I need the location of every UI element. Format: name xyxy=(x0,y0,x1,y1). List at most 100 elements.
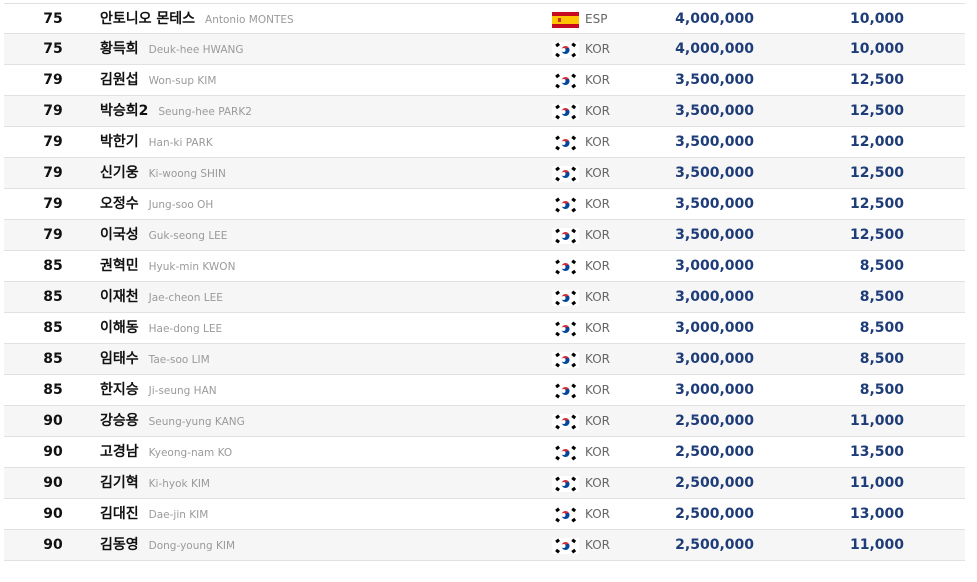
country-code: KOR xyxy=(585,135,610,149)
rank: 75 xyxy=(43,41,63,57)
player-name-korean[interactable]: 김원섭 xyxy=(100,72,139,88)
country-code: KOR xyxy=(585,445,610,459)
player-name[interactable]: 신기웅 Ki-woong SHIN xyxy=(100,158,226,190)
country-code: KOR xyxy=(585,507,610,521)
player-name-english: Kyeong-nam KO xyxy=(148,447,233,459)
player-name-korean[interactable]: 이국성 xyxy=(100,227,139,243)
korea-flag-icon xyxy=(552,135,579,151)
player-name-korean[interactable]: 박한기 xyxy=(100,134,139,150)
points: 8,500 xyxy=(859,351,904,367)
country-code: KOR xyxy=(585,42,610,56)
player-name[interactable]: 박한기 Han-ki PARK xyxy=(100,127,213,159)
player-name-korean[interactable]: 김기혁 xyxy=(100,475,139,491)
points: 11,000 xyxy=(849,537,904,553)
player-name-korean[interactable]: 이해동 xyxy=(100,320,139,336)
player-name-english: Jung-soo OH xyxy=(148,199,214,211)
prize-money: 3,500,000 xyxy=(675,134,754,150)
korea-flag-icon xyxy=(552,476,579,492)
player-name-english: Dae-jin KIM xyxy=(148,509,209,521)
player-name[interactable]: 강승용 Seung-yung KANG xyxy=(100,406,245,438)
player-name[interactable]: 한지승 Ji-seung HAN xyxy=(100,375,217,407)
player-name-korean[interactable]: 고경남 xyxy=(100,444,139,460)
player-name[interactable]: 김동영 Dong-young KIM xyxy=(100,530,235,562)
table-row: 85 한지승 Ji-seung HAN KOR 3,000,000 8,500 xyxy=(4,375,965,406)
points: 11,000 xyxy=(849,475,904,491)
rank: 85 xyxy=(43,320,63,336)
player-name-korean[interactable]: 오정수 xyxy=(100,196,139,212)
korea-flag-icon xyxy=(552,166,579,182)
player-name[interactable]: 이재천 Jae-cheon LEE xyxy=(100,282,223,314)
player-name-korean[interactable]: 이재천 xyxy=(100,289,139,305)
points: 8,500 xyxy=(859,289,904,305)
player-name[interactable]: 고경남 Kyeong-nam KO xyxy=(100,437,232,469)
country-code: KOR xyxy=(585,383,610,397)
player-name[interactable]: 박승희2 Seung-hee PARK2 xyxy=(100,96,252,128)
points: 8,500 xyxy=(859,320,904,336)
player-name[interactable]: 김원섭 Won-sup KIM xyxy=(100,65,216,97)
table-row: 90 강승용 Seung-yung KANG KOR 2,500,000 11,000 xyxy=(4,406,965,437)
player-name-korean[interactable]: 권혁민 xyxy=(100,258,139,274)
rank: 90 xyxy=(43,475,63,491)
player-name-english: Seung-yung KANG xyxy=(148,416,245,428)
rank: 79 xyxy=(43,196,63,212)
player-name-korean[interactable]: 황득희 xyxy=(100,41,139,57)
table-row: 85 이해동 Hae-dong LEE KOR 3,000,000 8,500 xyxy=(4,313,965,344)
country-code: KOR xyxy=(585,197,610,211)
table-row: 75 황득희 Deuk-hee HWANG KOR 4,000,000 10,000 xyxy=(4,34,965,65)
player-name-korean[interactable]: 박승희2 xyxy=(100,103,148,119)
ranking-table: 75 안토니오 몬테스 Antonio MONTES ESP 4,000,000 10,0… xyxy=(4,3,965,561)
korea-flag-icon xyxy=(552,321,579,337)
player-name[interactable]: 이해동 Hae-dong LEE xyxy=(100,313,222,345)
prize-money: 2,500,000 xyxy=(675,444,754,460)
player-name[interactable]: 오정수 Jung-soo OH xyxy=(100,189,213,221)
country-code: KOR xyxy=(585,414,610,428)
table-row: 85 임태수 Tae-soo LIM KOR 3,000,000 8,500 xyxy=(4,344,965,375)
player-name[interactable]: 김기혁 Ki-hyok KIM xyxy=(100,468,210,500)
player-name[interactable]: 김대진 Dae-jin KIM xyxy=(100,499,208,531)
player-name-korean[interactable]: 임태수 xyxy=(100,351,139,367)
table-row: 79 박한기 Han-ki PARK KOR 3,500,000 12,000 xyxy=(4,127,965,158)
player-name-english: Guk-seong LEE xyxy=(148,230,228,242)
prize-money: 3,500,000 xyxy=(675,165,754,181)
table-row: 85 이재천 Jae-cheon LEE KOR 3,000,000 8,500 xyxy=(4,282,965,313)
table-row: 79 김원섭 Won-sup KIM KOR 3,500,000 12,500 xyxy=(4,65,965,96)
country-code: KOR xyxy=(585,259,610,273)
table-row: 79 박승희2 Seung-hee PARK2 KOR 3,500,000 12,500 xyxy=(4,96,965,127)
rank: 79 xyxy=(43,72,63,88)
prize-money: 2,500,000 xyxy=(675,413,754,429)
rank: 79 xyxy=(43,103,63,119)
player-name-korean[interactable]: 신기웅 xyxy=(100,165,139,181)
rank: 79 xyxy=(43,227,63,243)
points: 12,500 xyxy=(849,72,904,88)
player-name-korean[interactable]: 김동영 xyxy=(100,537,139,553)
player-name[interactable]: 안토니오 몬테스 Antonio MONTES xyxy=(100,4,294,36)
player-name-korean[interactable]: 김대진 xyxy=(100,506,139,522)
table-row: 75 안토니오 몬테스 Antonio MONTES ESP 4,000,000 10,0… xyxy=(4,3,965,34)
player-name[interactable]: 권혁민 Hyuk-min KWON xyxy=(100,251,235,283)
player-name-korean[interactable]: 강승용 xyxy=(100,413,139,429)
korea-flag-icon xyxy=(552,507,579,523)
player-name-korean[interactable]: 안토니오 몬테스 xyxy=(100,11,195,27)
country-code: KOR xyxy=(585,352,610,366)
korea-flag-icon xyxy=(552,104,579,120)
prize-money: 3,500,000 xyxy=(675,72,754,88)
points: 12,000 xyxy=(849,134,904,150)
korea-flag-icon xyxy=(552,445,579,461)
rank: 90 xyxy=(43,506,63,522)
spain-flag-icon xyxy=(552,12,579,28)
player-name[interactable]: 황득희 Deuk-hee HWANG xyxy=(100,34,244,66)
table-row: 90 김대진 Dae-jin KIM KOR 2,500,000 13,000 xyxy=(4,499,965,530)
korea-flag-icon xyxy=(552,73,579,89)
player-name[interactable]: 이국성 Guk-seong LEE xyxy=(100,220,227,252)
player-name[interactable]: 임태수 Tae-soo LIM xyxy=(100,344,210,376)
rank: 90 xyxy=(43,413,63,429)
country-code: ESP xyxy=(585,12,608,26)
player-name-english: Ji-seung HAN xyxy=(148,385,217,397)
korea-flag-icon xyxy=(552,352,579,368)
table-row: 90 김동영 Dong-young KIM KOR 2,500,000 11,000 xyxy=(4,530,965,561)
table-row: 90 고경남 Kyeong-nam KO KOR 2,500,000 13,500 xyxy=(4,437,965,468)
korea-flag-icon xyxy=(552,197,579,213)
points: 12,500 xyxy=(849,196,904,212)
player-name-korean[interactable]: 한지승 xyxy=(100,382,139,398)
table-row: 90 김기혁 Ki-hyok KIM KOR 2,500,000 11,000 xyxy=(4,468,965,499)
